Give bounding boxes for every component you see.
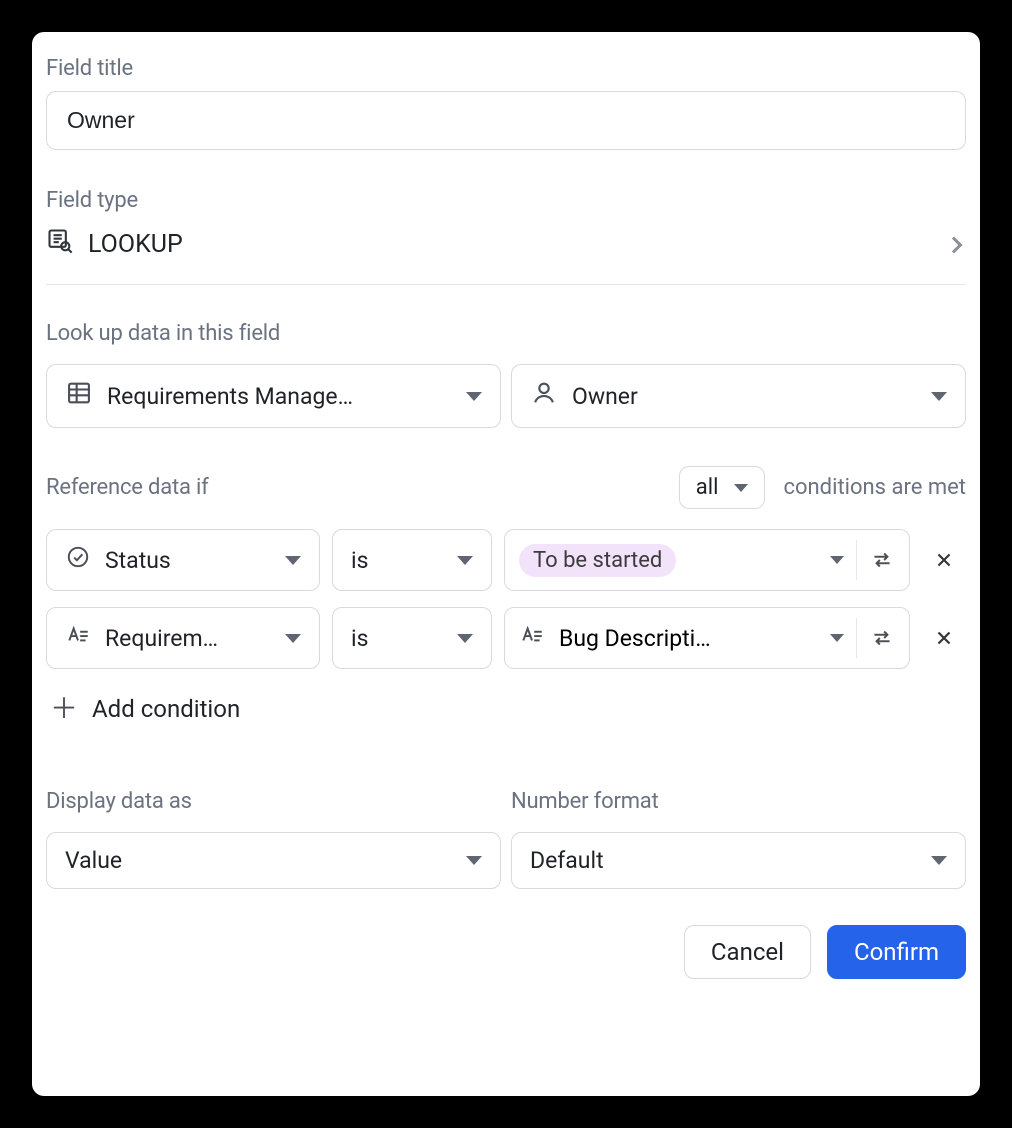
caret-down-icon bbox=[466, 392, 482, 401]
lookup-section-label: Look up data in this field bbox=[46, 321, 966, 346]
table-icon bbox=[65, 379, 93, 413]
caret-down-icon bbox=[931, 392, 947, 401]
condition-value-select[interactable]: Bug Descripti… bbox=[504, 607, 910, 669]
condition-row: Status is To be started bbox=[46, 529, 966, 591]
text-icon bbox=[519, 622, 545, 654]
caret-down-icon bbox=[466, 856, 482, 865]
caret-down-icon bbox=[830, 556, 844, 564]
lookup-field-value: Owner bbox=[572, 383, 917, 410]
divider bbox=[46, 284, 966, 285]
caret-down-icon bbox=[285, 634, 301, 643]
caret-down-icon bbox=[457, 634, 473, 643]
caret-down-icon bbox=[931, 856, 947, 865]
lookup-icon bbox=[46, 227, 74, 262]
condition-field-select[interactable]: Status bbox=[46, 529, 320, 591]
field-title-label: Field title bbox=[46, 56, 966, 81]
field-config-panel: Field title Field type LOOKUP Look up da… bbox=[32, 32, 980, 1096]
caret-down-icon bbox=[830, 634, 844, 642]
status-icon bbox=[65, 544, 91, 576]
caret-down-icon bbox=[457, 556, 473, 565]
condition-value-select[interactable]: To be started bbox=[504, 529, 910, 591]
caret-down-icon bbox=[285, 556, 301, 565]
display-data-label: Display data as bbox=[46, 789, 501, 814]
reference-suffix-label: conditions are met bbox=[783, 475, 966, 500]
swap-icon[interactable] bbox=[869, 547, 895, 573]
display-data-value: Value bbox=[65, 847, 452, 874]
person-icon bbox=[530, 379, 558, 413]
field-type-selector[interactable]: LOOKUP bbox=[46, 223, 966, 284]
field-type-label: Field type bbox=[46, 188, 966, 213]
lookup-table-select[interactable]: Requirements Manage… bbox=[46, 364, 501, 428]
condition-operator-select[interactable]: is bbox=[332, 607, 492, 669]
text-icon bbox=[65, 622, 91, 654]
reference-mode-select[interactable]: all bbox=[679, 466, 766, 509]
condition-value-text: Bug Descripti… bbox=[559, 625, 711, 652]
caret-down-icon bbox=[734, 484, 748, 492]
condition-operator-value: is bbox=[351, 547, 443, 574]
add-condition-button[interactable]: ＋ Add condition bbox=[46, 685, 244, 733]
condition-field-value: Status bbox=[105, 547, 271, 574]
reference-prefix-label: Reference data if bbox=[46, 475, 209, 500]
remove-condition-button[interactable] bbox=[922, 607, 966, 669]
reference-mode-value: all bbox=[696, 475, 719, 500]
condition-field-value: Requirem… bbox=[105, 625, 271, 652]
swap-icon[interactable] bbox=[869, 625, 895, 651]
condition-operator-value: is bbox=[351, 625, 443, 652]
chevron-right-icon bbox=[946, 236, 963, 253]
field-type-value: LOOKUP bbox=[88, 230, 183, 259]
number-format-select[interactable]: Default bbox=[511, 832, 966, 889]
cancel-button[interactable]: Cancel bbox=[684, 925, 811, 979]
condition-field-select[interactable]: Requirem… bbox=[46, 607, 320, 669]
lookup-table-value: Requirements Manage… bbox=[107, 383, 452, 410]
remove-condition-button[interactable] bbox=[922, 529, 966, 591]
number-format-label: Number format bbox=[511, 789, 966, 814]
plus-icon: ＋ bbox=[50, 695, 78, 723]
condition-row: Requirem… is Bug Descripti… bbox=[46, 607, 966, 669]
condition-operator-select[interactable]: is bbox=[332, 529, 492, 591]
field-title-input[interactable] bbox=[46, 91, 966, 150]
add-condition-label: Add condition bbox=[92, 695, 240, 723]
lookup-field-select[interactable]: Owner bbox=[511, 364, 966, 428]
confirm-button[interactable]: Confirm bbox=[827, 925, 966, 979]
number-format-value: Default bbox=[530, 847, 917, 874]
display-data-select[interactable]: Value bbox=[46, 832, 501, 889]
status-pill: To be started bbox=[519, 544, 676, 577]
